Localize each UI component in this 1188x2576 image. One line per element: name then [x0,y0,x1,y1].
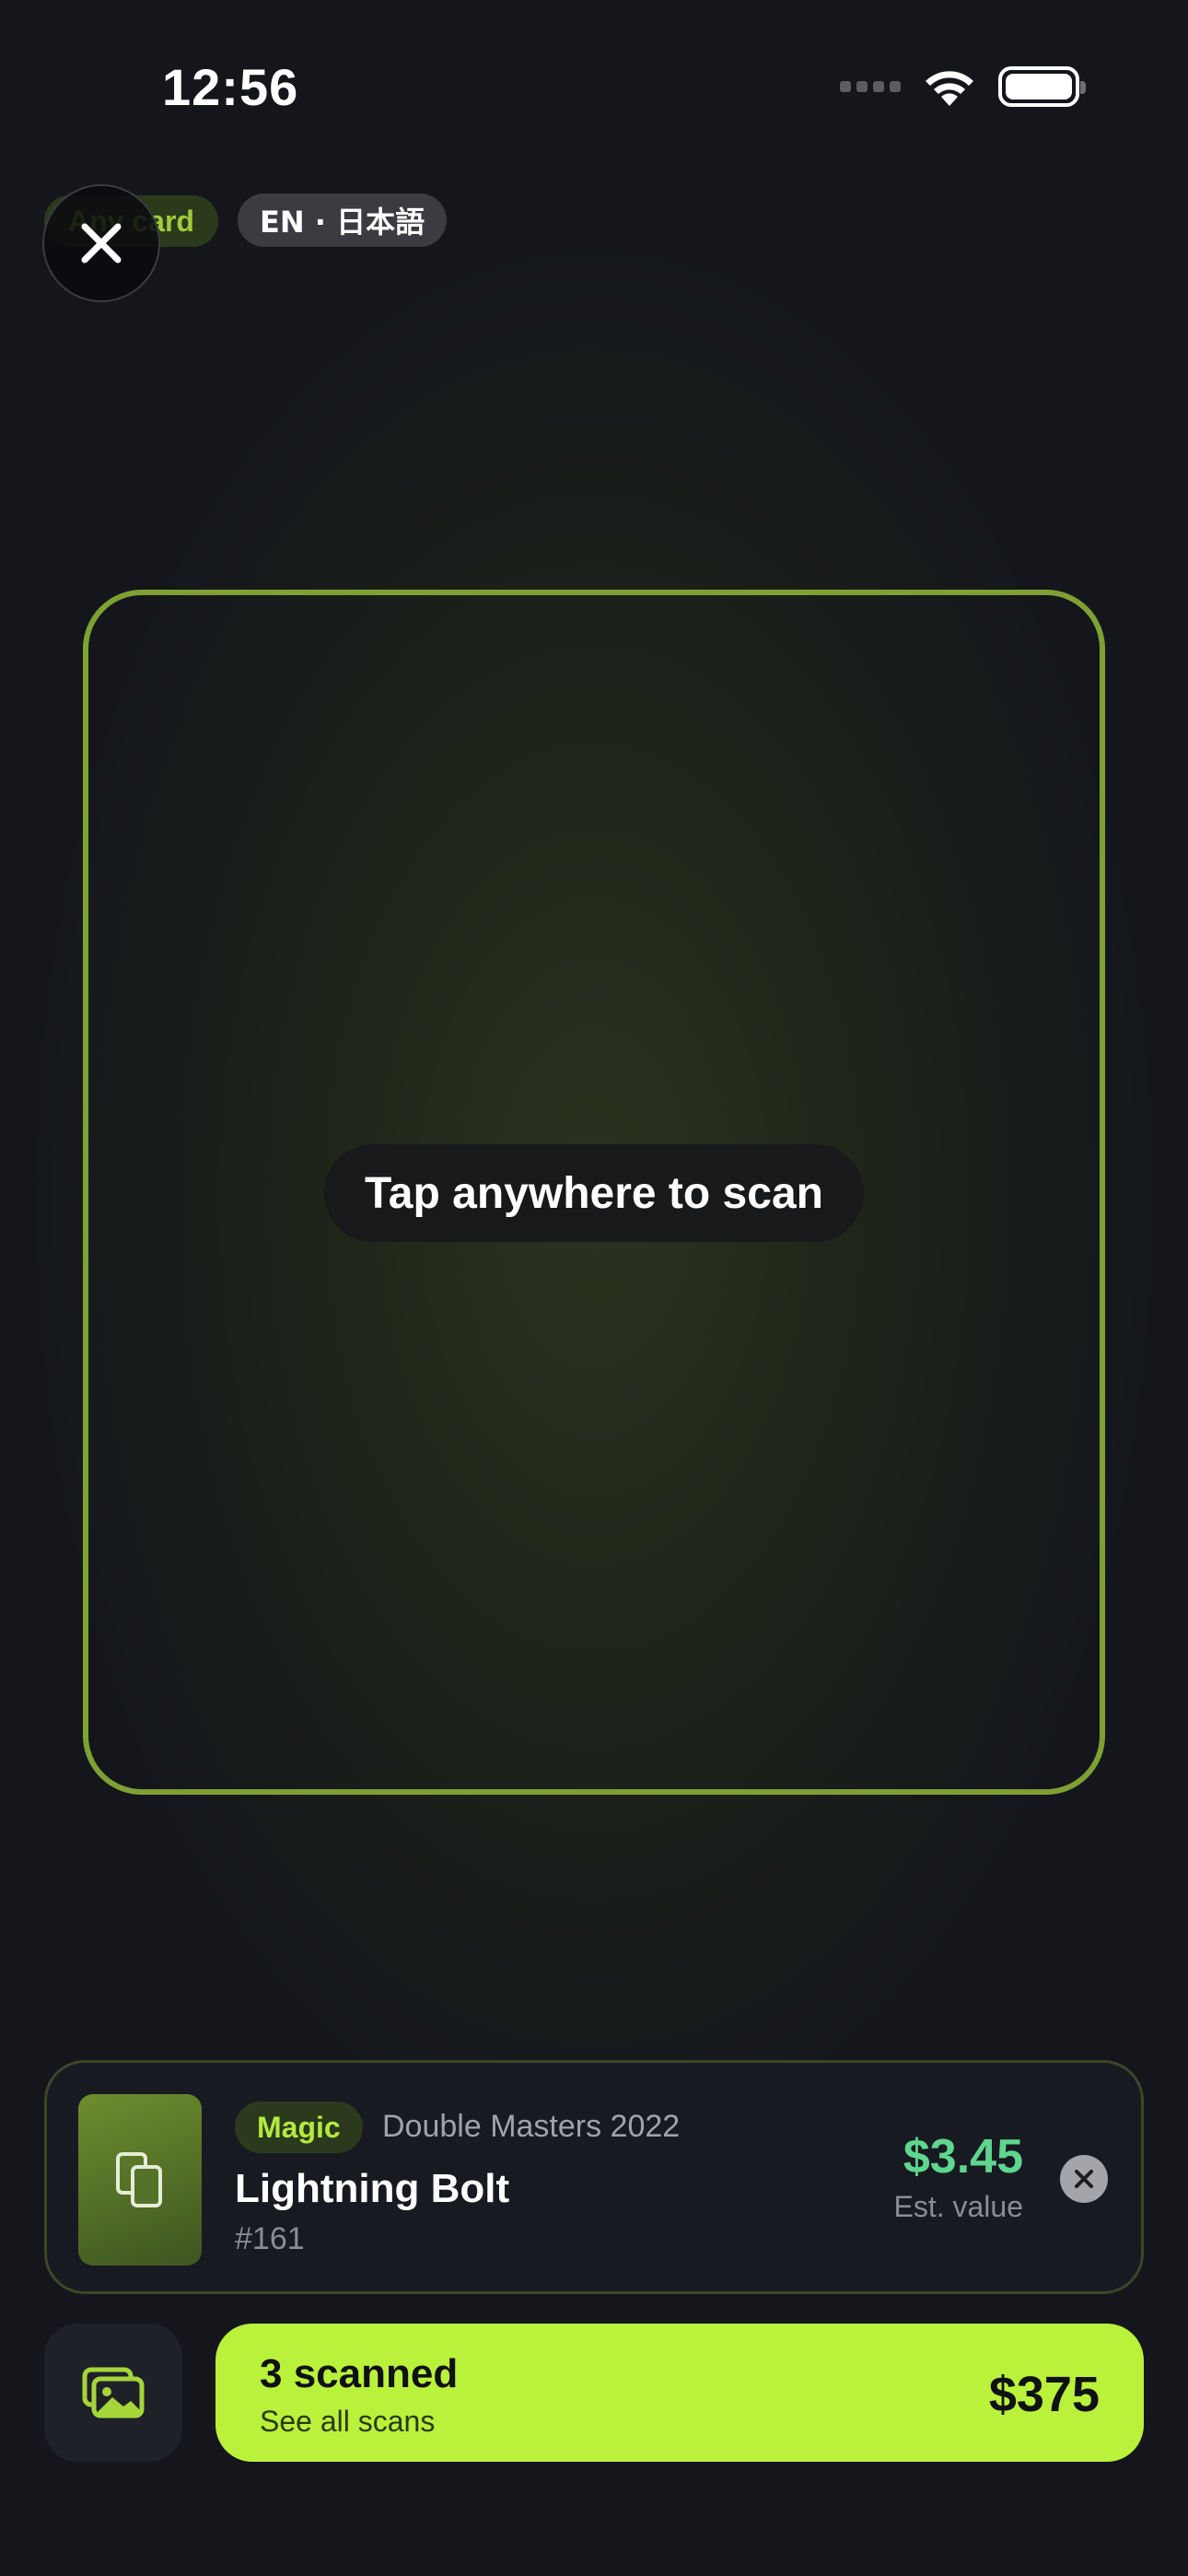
scan-hint[interactable]: Tap anywhere to scan [324,1144,864,1242]
dismiss-result-button[interactable] [1060,2155,1108,2203]
battery-icon [998,66,1086,107]
close-button[interactable] [42,184,160,302]
status-time: 12:56 [162,58,299,116]
scanned-count: 3 scanned [260,2351,459,2396]
game-badge: Magic [235,2102,363,2153]
gallery-button[interactable] [44,2324,182,2462]
card-name: Lightning Bolt [235,2166,510,2211]
scanned-total-value: $375 [988,2367,1100,2422]
price-label: Est. value [893,2190,1023,2223]
close-icon [81,223,122,263]
status-icons [840,63,1086,111]
signal-dots-icon [840,81,901,92]
cards-stack-icon [116,2152,162,2207]
card-thumbnail [78,2094,202,2266]
scan-result-card[interactable]: Magic Double Masters 2022 Lightning Bolt… [44,2060,1144,2294]
estimated-price: $3.45 [903,2130,1023,2184]
scanned-summary-button[interactable]: 3 scanned See all scans $375 [215,2324,1144,2462]
scanner-screen[interactable]: 12:56 Any card EN · 日本語 Tap anywhere to … [0,0,1188,2576]
wifi-icon [926,71,973,106]
set-name: Double Masters 2022 [382,2109,681,2144]
see-all-scans-label: See all scans [260,2405,436,2438]
photo-gallery-icon [82,2367,145,2418]
close-circle-icon [1075,2170,1093,2188]
language-chip[interactable]: EN · 日本語 [238,193,448,247]
card-number: #161 [235,2221,305,2256]
